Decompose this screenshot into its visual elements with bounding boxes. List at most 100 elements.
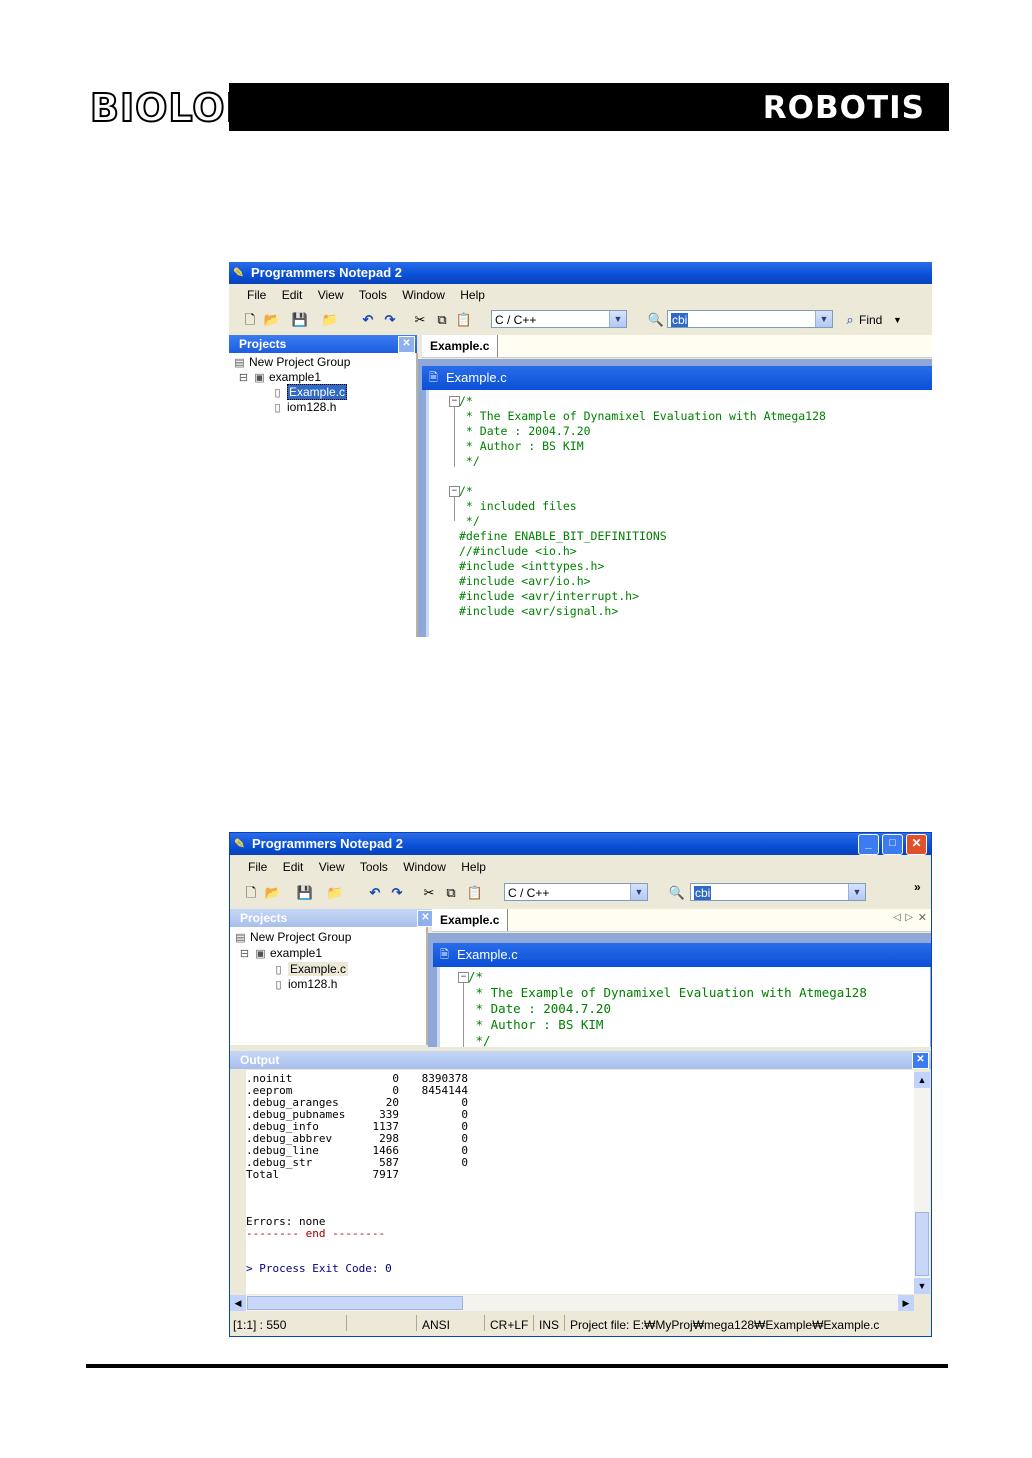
projects-title: Projects: [240, 911, 288, 925]
menu-edit[interactable]: Edit: [282, 284, 303, 306]
language-select[interactable]: C / C++ ▼: [504, 883, 648, 901]
find-button[interactable]: Find: [859, 311, 882, 329]
output-vertical-scrollbar[interactable]: ▲ ▼: [914, 1072, 930, 1294]
status-mode: INS: [539, 1318, 560, 1332]
tree-item-project-group[interactable]: ▤ New Project Group: [233, 355, 350, 369]
robotis-logo: ROBOTIS: [762, 90, 925, 126]
close-icon[interactable]: ✕: [398, 336, 415, 353]
save-icon[interactable]: 💾: [296, 884, 314, 902]
tree-item-project-group[interactable]: ▤ New Project Group: [234, 930, 351, 944]
tree-item-iom128-h[interactable]: ▯ iom128.h: [272, 977, 337, 991]
pn2-window-2: ✎ Programmers Notepad 2 _ □ ✕ File Edit …: [229, 832, 932, 1337]
chevron-down-icon[interactable]: ▼: [630, 884, 647, 900]
toolbar: 🗋 📂 💾 📁 ↶ ↷ ✂ ⧉ 📋 C / C++ ▼ 🔍 cbi ▼ »: [230, 880, 931, 906]
code-line: #include <avr/interrupt.h>: [459, 589, 640, 603]
title-bar: ✎ Programmers Notepad 2: [229, 262, 932, 284]
new-file-icon[interactable]: 🗋: [242, 884, 260, 902]
maximize-button[interactable]: □: [882, 834, 903, 855]
tree-item-iom128-h[interactable]: ▯ iom128.h: [271, 400, 336, 414]
code-line: /*: [459, 484, 473, 498]
tree-item-example1[interactable]: ⊟ ▣ example1: [237, 370, 321, 384]
search-combo[interactable]: cbi ▼: [667, 310, 833, 328]
undo-icon[interactable]: ↶: [359, 311, 377, 329]
menu-file[interactable]: File: [248, 856, 267, 878]
menu-window[interactable]: Window: [403, 856, 446, 878]
scroll-up-icon[interactable]: ▲: [914, 1072, 930, 1088]
tree-item-example-c[interactable]: ▯ Example.c: [272, 962, 349, 976]
cut-icon[interactable]: ✂: [420, 884, 438, 902]
output-text[interactable]: .noinit 0 8390378 .eeprom 0 8454144 .deb…: [246, 1070, 914, 1294]
code-line: * Date : 2004.7.20: [459, 424, 591, 438]
chevron-down-icon[interactable]: ▼: [815, 311, 832, 327]
redo-icon[interactable]: ↷: [381, 311, 399, 329]
open-folder-icon[interactable]: 📂: [264, 884, 282, 902]
output-total-value: 7917: [372, 1168, 400, 1181]
toolbar: 🗋 📂 💾 📁 ↶ ↷ ✂ ⧉ 📋 C / C++ ▼ 🔍 cbi ▼ ⌕ Fi…: [229, 307, 932, 333]
output-exit-line: > Process Exit Code: 0: [246, 1262, 392, 1275]
tree-item-example1[interactable]: ⊟ ▣ example1: [238, 946, 322, 960]
copy-icon[interactable]: ⧉: [433, 311, 451, 329]
copy-icon[interactable]: ⧉: [442, 884, 460, 902]
new-file-icon[interactable]: 🗋: [241, 311, 259, 329]
open-project-icon[interactable]: 📁: [321, 311, 339, 329]
find-in-files-icon[interactable]: 🔍: [647, 311, 665, 329]
scroll-left-icon[interactable]: ◀: [230, 1295, 246, 1311]
menu-bar: File Edit View Tools Window Help: [229, 284, 932, 306]
code-line: * Author : BS KIM: [468, 1017, 604, 1032]
menu-tools[interactable]: Tools: [359, 284, 387, 306]
code-line: //#include <io.h>: [459, 544, 577, 558]
menu-window[interactable]: Window: [402, 284, 445, 306]
paste-icon[interactable]: 📋: [455, 311, 473, 329]
menu-file[interactable]: File: [247, 284, 266, 306]
code-line: * included files: [459, 499, 577, 513]
close-button[interactable]: ✕: [906, 834, 927, 855]
tab-example-c[interactable]: Example.c: [432, 909, 509, 931]
menu-help[interactable]: Help: [461, 856, 486, 878]
menu-view[interactable]: View: [319, 856, 345, 878]
code-editor[interactable]: − − /* * The Example of Dynamixel Evalua…: [426, 390, 932, 637]
tab-example-c[interactable]: Example.c: [422, 335, 499, 357]
chevron-down-icon[interactable]: ▼: [848, 884, 865, 900]
search-combo[interactable]: cbi ▼: [690, 883, 866, 901]
status-separator: [533, 1315, 534, 1331]
title-bar: ✎ Programmers Notepad 2 _ □ ✕: [230, 833, 931, 855]
cut-icon[interactable]: ✂: [411, 311, 429, 329]
collapse-icon[interactable]: ⊟: [238, 947, 251, 960]
tab-scroll-right-icon[interactable]: ▷: [905, 912, 913, 923]
code-editor[interactable]: − /* * The Example of Dynamixel Evaluati…: [437, 967, 930, 1047]
open-folder-icon[interactable]: 📂: [263, 311, 281, 329]
pencil-app-icon: ✎: [234, 836, 245, 851]
open-project-icon[interactable]: 📁: [326, 884, 344, 902]
project-icon: ▣: [255, 948, 266, 960]
tab-scroll-left-icon[interactable]: ◁: [893, 912, 901, 923]
output-horizontal-scrollbar[interactable]: ◀ ▶: [230, 1295, 914, 1311]
paste-icon[interactable]: 📋: [466, 884, 484, 902]
menu-view[interactable]: View: [318, 284, 344, 306]
find-dropdown-icon[interactable]: ▼: [893, 311, 902, 329]
close-tab-icon[interactable]: ✕: [918, 911, 927, 924]
menu-help[interactable]: Help: [460, 284, 485, 306]
minimize-button[interactable]: _: [858, 834, 879, 855]
project-icon: ▣: [254, 372, 265, 384]
close-icon[interactable]: ✕: [912, 1052, 929, 1069]
scroll-thumb[interactable]: [247, 1296, 463, 1310]
menu-edit[interactable]: Edit: [283, 856, 304, 878]
scroll-down-icon[interactable]: ▼: [914, 1278, 930, 1294]
redo-icon[interactable]: ↷: [388, 884, 406, 902]
find-in-files-icon[interactable]: 🔍: [668, 884, 686, 902]
scroll-thumb[interactable]: [915, 1212, 929, 1276]
menu-tools[interactable]: Tools: [360, 856, 388, 878]
save-icon[interactable]: 💾: [291, 311, 309, 329]
undo-icon[interactable]: ↶: [366, 884, 384, 902]
chevron-down-icon[interactable]: ▼: [609, 311, 626, 327]
collapse-icon[interactable]: ⊟: [237, 371, 250, 384]
language-select[interactable]: C / C++ ▼: [491, 310, 627, 328]
toolbar-overflow-icon[interactable]: »: [914, 880, 921, 894]
projects-title: Projects: [239, 337, 287, 351]
find-icon[interactable]: ⌕: [841, 311, 859, 329]
scroll-right-icon[interactable]: ▶: [898, 1295, 914, 1311]
file-icon: ▯: [274, 387, 281, 399]
project-tree: ▤ New Project Group ⊟ ▣ example1 ▯ Example.c…: [229, 353, 418, 637]
project-group-icon: ▤: [234, 357, 245, 369]
tree-item-example-c[interactable]: ▯ Example.c: [271, 384, 348, 400]
